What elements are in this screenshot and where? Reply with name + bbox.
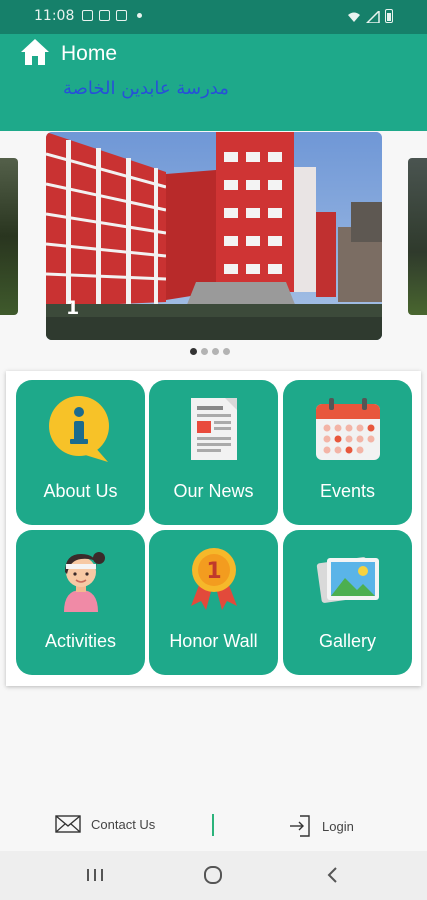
tile-label: Gallery (318, 631, 376, 651)
info-bubble-icon (48, 396, 109, 462)
menu-grid: About Us Our News Events Activities 1 Ho… (6, 371, 421, 686)
contact-us-label: Contact Us (91, 816, 156, 832)
events-tile[interactable]: Events (283, 380, 412, 525)
login-label: Login (322, 818, 354, 834)
image-carousel[interactable]: 1 (0, 132, 427, 357)
carousel-dot[interactable] (223, 348, 230, 355)
status-notification-icons (82, 10, 142, 21)
tile-label: Activities (44, 631, 116, 651)
home-nav-icon[interactable] (200, 863, 226, 887)
slide-number: 1 (66, 297, 80, 319)
login-button[interactable]: Login (288, 814, 354, 838)
activities-tile[interactable]: Activities (16, 530, 145, 675)
system-navigation-bar (0, 851, 427, 900)
notification-mail-icon (99, 10, 110, 21)
signal-icon (366, 11, 380, 23)
gallery-tile[interactable]: Gallery (283, 530, 412, 675)
medal-icon: 1 (190, 548, 237, 610)
newspaper-icon (190, 398, 237, 460)
honor-wall-tile[interactable]: 1 Honor Wall (149, 530, 278, 675)
envelope-icon (55, 815, 81, 833)
school-building-photo (46, 132, 382, 340)
carousel-dot[interactable] (212, 348, 219, 355)
carousel-page-indicator (190, 348, 230, 355)
footer-divider (212, 814, 214, 836)
status-time: 11:08 (34, 8, 75, 24)
carousel-dot[interactable] (201, 348, 208, 355)
tile-label: Honor Wall (169, 631, 258, 651)
tile-label: Events (319, 481, 376, 501)
about-us-tile[interactable]: About Us (16, 380, 145, 525)
home-icon[interactable] (20, 38, 50, 66)
login-icon (290, 815, 310, 837)
photo-gallery-icon (316, 557, 379, 603)
page-title: Home (61, 42, 118, 65)
contact-us-button[interactable]: Contact Us (55, 814, 155, 834)
svg-text:1: 1 (206, 559, 221, 584)
student-girl-icon (63, 552, 105, 612)
carousel-current-slide[interactable] (46, 132, 382, 340)
back-icon[interactable] (320, 863, 346, 887)
tile-label: Our News (173, 481, 254, 501)
carousel-dot[interactable] (190, 348, 197, 355)
notification-gallery-icon (82, 10, 93, 21)
battery-icon (385, 9, 393, 23)
carousel-next-slide[interactable] (408, 158, 427, 315)
tile-label: About Us (43, 481, 118, 501)
footer-bar: Contact Us Login (0, 800, 427, 850)
notification-car-icon (116, 10, 127, 21)
calendar-icon (315, 398, 380, 460)
our-news-tile[interactable]: Our News (149, 380, 278, 525)
recent-apps-icon[interactable] (82, 863, 108, 887)
carousel-prev-slide[interactable] (0, 158, 18, 315)
status-bar: 11:08 (0, 0, 427, 34)
status-system-icons (347, 9, 393, 23)
app-header: Home مدرسة عابدين الخاصة (0, 34, 427, 131)
school-name: مدرسة عابدين الخاصة (63, 78, 229, 99)
notification-more-icon (137, 13, 142, 18)
wifi-icon (348, 12, 360, 22)
